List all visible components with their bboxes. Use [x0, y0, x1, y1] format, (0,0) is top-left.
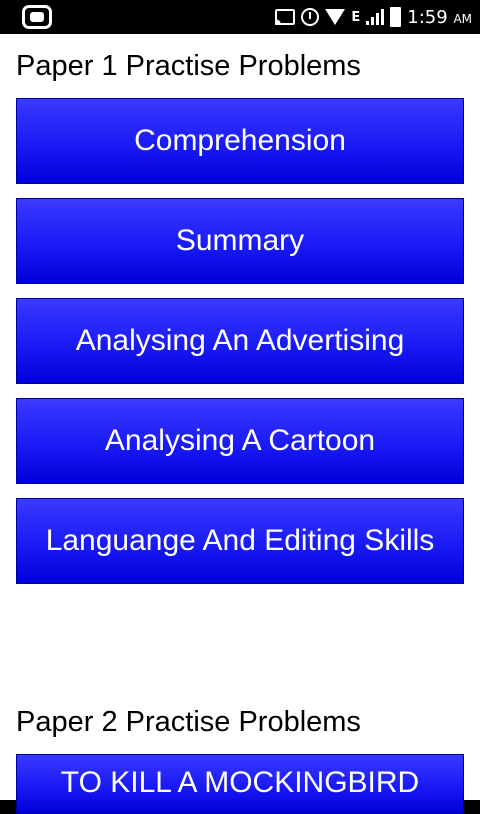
analysing-advertising-button[interactable]: Analysing An Advertising	[16, 298, 464, 384]
summary-button[interactable]: Summary	[16, 198, 464, 284]
wifi-icon	[325, 9, 346, 25]
clock: 1:59 AM	[407, 6, 472, 28]
signal-icon	[366, 9, 385, 25]
section-title-paper-2: Paper 2 Practise Problems	[16, 706, 361, 738]
language-editing-button[interactable]: Languange And Editing Skills	[16, 498, 464, 584]
main-content[interactable]: Paper 1 Practise Problems Comprehension …	[0, 34, 480, 814]
status-icons: E 1:59 AM	[275, 0, 472, 34]
to-kill-a-mockingbird-button[interactable]: TO KILL A MOCKINGBIRD	[16, 754, 464, 814]
network-type: E	[351, 9, 361, 25]
notification-icon	[22, 5, 52, 29]
analysing-cartoon-button[interactable]: Analysing A Cartoon	[16, 398, 464, 484]
status-bar: E 1:59 AM	[0, 0, 480, 34]
battery-icon	[390, 7, 402, 27]
cast-icon	[275, 9, 296, 25]
section-title-paper-1: Paper 1 Practise Problems	[16, 50, 361, 82]
alarm-icon	[301, 8, 320, 26]
comprehension-button[interactable]: Comprehension	[16, 98, 464, 184]
